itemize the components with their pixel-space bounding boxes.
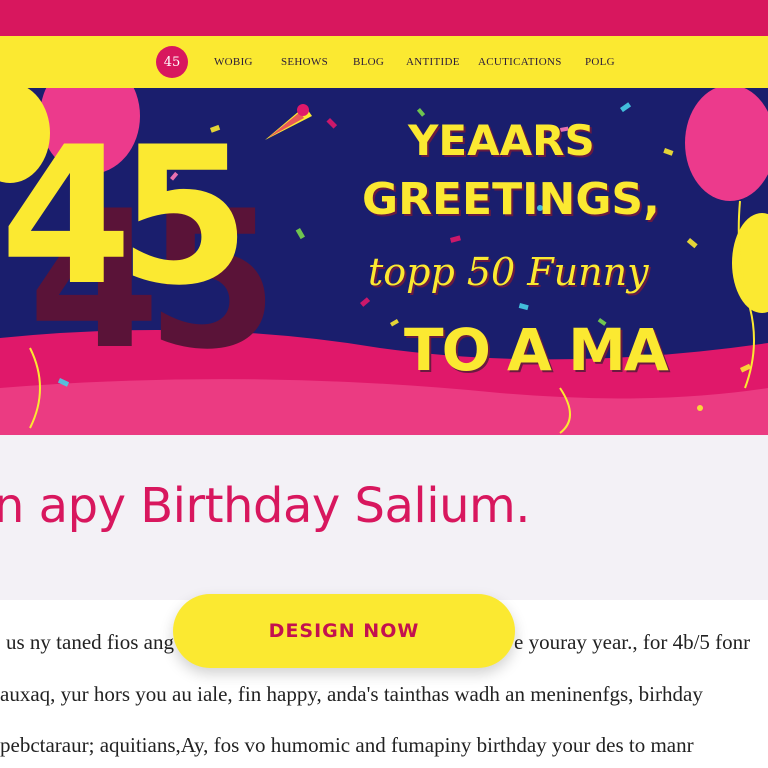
hero-big-number: 45	[0, 106, 250, 327]
hero-line-2: GREETINGS,	[362, 174, 660, 225]
nav-item-6[interactable]: POLG	[585, 56, 615, 68]
hero-line-3: topp 50 Funny	[368, 250, 649, 294]
nav-item-blog[interactable]: BLOG	[353, 56, 384, 68]
nav-bar: 45 WOBIG SEHOWS BLOG ANTITIDE ACUTICATIO…	[0, 36, 768, 88]
body-line-1-right: e youray year., for 4b/5 fonr	[514, 630, 751, 654]
hero-line-4: TO A MA	[404, 316, 669, 384]
site-logo[interactable]: 45	[156, 46, 188, 78]
design-now-button[interactable]: DESIGN NOW	[173, 594, 515, 668]
hero-banner: 45 45 YEAARS GREETINGS, topp 50 Funny TO…	[0, 88, 768, 435]
top-bar	[0, 0, 768, 36]
body-line-2: auxaq, yur hors you au iale, fin happy, …	[0, 682, 703, 706]
hero-line-1: YEAARS	[408, 116, 595, 165]
nav-item-4[interactable]: ANTITIDE	[406, 56, 460, 68]
page-subtitle: n apy Birthday Salium.	[0, 478, 531, 534]
body-line-3: pebctaraur; aquitians,Ay, fos vo humomic…	[0, 733, 694, 757]
nav-item-1[interactable]: WOBIG	[214, 56, 253, 68]
nav-item-5[interactable]: ACUTICATIONS	[478, 56, 562, 68]
nav-item-2[interactable]: SEHOWS	[281, 56, 328, 68]
body-line-1-left: us ny taned fios ang	[6, 630, 174, 654]
